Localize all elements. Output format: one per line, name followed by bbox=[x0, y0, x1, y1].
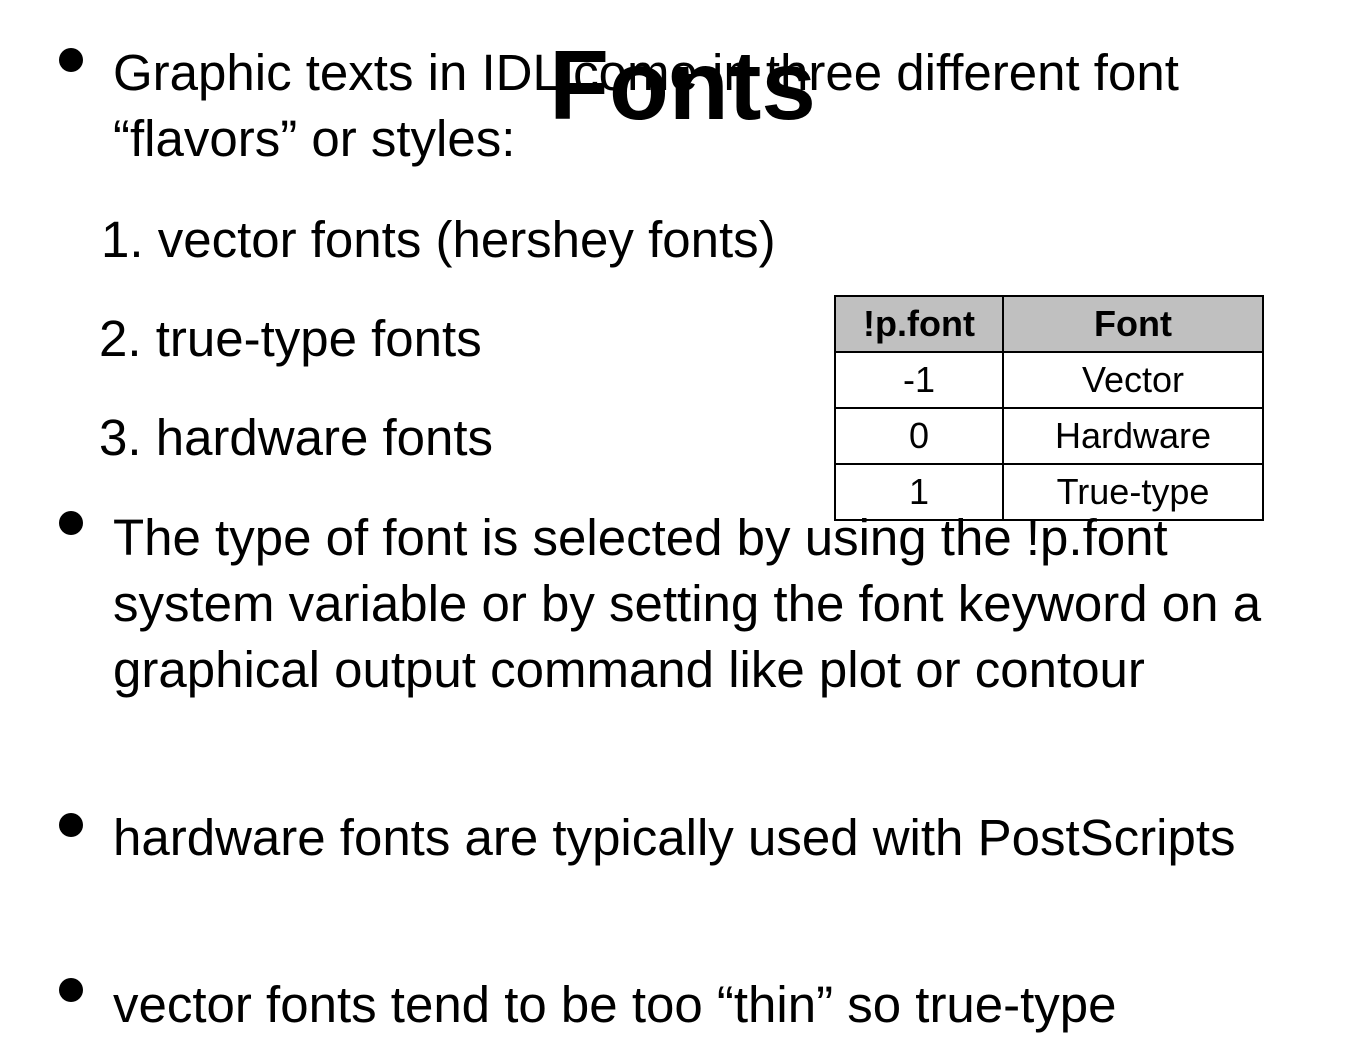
list-item-vector-fonts: 1. vector fonts (hershey fonts) bbox=[101, 210, 776, 270]
slide-title: Fonts bbox=[0, 36, 1365, 134]
bullet-text: vector fonts tend to be too “thin” so tr… bbox=[113, 972, 1295, 1038]
list-item-hardware-fonts: 3. hardware fonts bbox=[99, 408, 493, 468]
table-cell-value: 0 bbox=[835, 408, 1003, 464]
table-row: 0 Hardware bbox=[835, 408, 1263, 464]
table-cell-value: -1 bbox=[835, 352, 1003, 408]
table-header-row: !p.font Font bbox=[835, 296, 1263, 352]
bullet-text: The type of font is selected by using th… bbox=[113, 505, 1295, 703]
table-row: -1 Vector bbox=[835, 352, 1263, 408]
table-cell-name: Hardware bbox=[1003, 408, 1263, 464]
bullet-dot bbox=[59, 978, 83, 1002]
table-header-font: Font bbox=[1003, 296, 1263, 352]
list-item-true-type-fonts: 2. true-type fonts bbox=[99, 309, 482, 369]
font-table: !p.font Font -1 Vector 0 Hardware 1 True… bbox=[834, 295, 1264, 521]
bullet-text: hardware fonts are typically used with P… bbox=[113, 805, 1295, 871]
table-header-pfont: !p.font bbox=[835, 296, 1003, 352]
bullet-dot bbox=[59, 813, 83, 837]
bullet-dot bbox=[59, 511, 83, 535]
table-cell-name: Vector bbox=[1003, 352, 1263, 408]
